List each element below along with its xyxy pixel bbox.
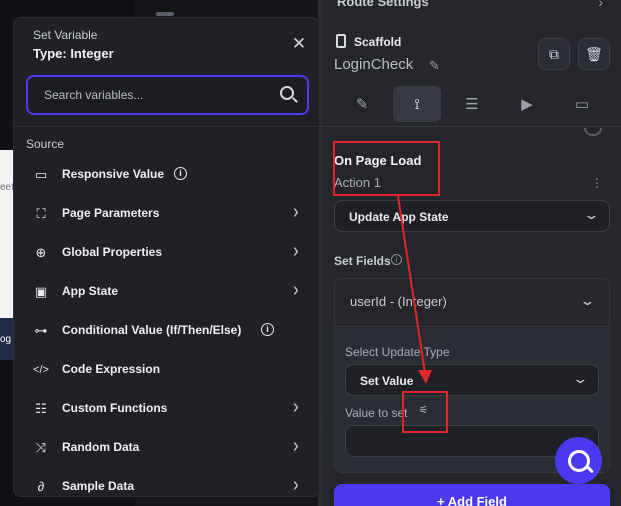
menu-item-label: Random Data [62, 440, 140, 454]
annotation-box-on-page-load [333, 141, 440, 196]
field-header[interactable]: userId - (Integer) ⌄ [335, 279, 609, 327]
shuffle-icon: ⤨ [35, 440, 47, 455]
menu-item-label: Conditional Value (If/Then/Else) [62, 323, 242, 337]
route-settings-row[interactable]: Route Settings › [322, 0, 621, 14]
search-icon [567, 449, 590, 472]
menu-item-app-state[interactable]: ▣ App State › [14, 273, 319, 312]
code-icon: </> [33, 364, 49, 376]
more-vertical-icon[interactable]: · · · [594, 171, 600, 193]
tab-divider [322, 126, 621, 127]
menu-item-page-parameters[interactable]: ⛶ Page Parameters › [14, 195, 319, 234]
duplicate-button[interactable]: ⧉ [538, 38, 570, 70]
phone-preview-button-text: og [0, 334, 12, 345]
chevron-down-icon: ⌄ [583, 207, 600, 222]
panel-tabbar: ✎ ⟟ ☰ ▶ ▭ [334, 86, 612, 122]
chevron-right-icon: › [293, 200, 299, 223]
info-icon[interactable]: i [174, 167, 187, 180]
chevron-down-icon: ⌄ [579, 293, 596, 308]
chevron-right-icon: › [293, 473, 299, 496]
menu-item-random-data[interactable]: ⤨ Random Data › [14, 429, 319, 468]
functions-icon: ☷ [35, 401, 47, 416]
tab-actions[interactable]: ⟟ [393, 86, 441, 122]
properties-panel: Route Settings › Scaffold LoginCheck ✎ ⧉… [322, 0, 621, 506]
page-name: LoginCheck [334, 56, 414, 73]
popup-divider [14, 126, 319, 127]
menu-item-sample-data[interactable]: ∂ Sample Data › [14, 468, 319, 496]
menu-item-label: Code Expression [62, 362, 161, 376]
play-icon: ▶ [521, 96, 533, 113]
tab-state[interactable]: ▭ [558, 86, 606, 122]
tab-properties[interactable]: ✎ [338, 86, 386, 122]
menu-item-label: Responsive Value [62, 167, 165, 181]
close-icon[interactable]: ✕ [291, 34, 307, 54]
action-flow-icon: ⟟ [414, 95, 420, 113]
edit-pencil-icon[interactable]: ✎ [429, 58, 445, 74]
update-type-value: Set Value [360, 374, 414, 388]
menu-item-conditional-value[interactable]: ⊶ Conditional Value (If/Then/Else) i [14, 312, 319, 351]
phone-icon [336, 34, 346, 48]
app-state-icon: ▣ [34, 284, 48, 299]
menu-item-global-properties[interactable]: ⊕ Global Properties › [14, 234, 319, 273]
chevron-right-icon: › [293, 395, 299, 418]
menu-item-label: Custom Functions [62, 401, 168, 415]
sample-data-icon: ∂ [37, 479, 45, 494]
tab-backend-query[interactable]: ☰ [448, 86, 496, 122]
info-icon[interactable]: i [261, 323, 274, 336]
menu-item-label: App State [62, 284, 119, 298]
set-fields-label: Set Fields [334, 254, 391, 268]
page-params-icon: ⛶ [36, 206, 46, 221]
chevron-right-icon: › [293, 239, 299, 262]
menu-item-label: Global Properties [62, 245, 163, 259]
popup-title: Type: Integer [33, 46, 114, 61]
chevron-right-icon: › [293, 278, 299, 301]
delete-button[interactable]: 🗑 [578, 38, 610, 70]
value-to-set-label: Value to set [345, 406, 408, 420]
menu-item-responsive-value[interactable]: ▭ Responsive Value i [14, 156, 319, 195]
responsive-icon: ▭ [34, 167, 48, 182]
search-box[interactable] [26, 75, 309, 115]
search-variables-input[interactable] [44, 85, 264, 105]
action-type-value: Update App State [349, 210, 449, 224]
ruler-pencil-icon: ✎ [355, 96, 369, 113]
search-fab-button[interactable] [555, 437, 602, 484]
source-label: Source [26, 137, 65, 151]
info-icon[interactable]: i [391, 254, 402, 265]
phone-preview-text: eet [0, 182, 14, 193]
chevron-right-icon: › [293, 434, 299, 457]
copy-icon: ⧉ [549, 45, 559, 62]
add-field-button[interactable]: + Add Field [334, 484, 610, 506]
scaffold-label: Scaffold [354, 35, 402, 49]
select-update-type-label: Select Update Type [345, 345, 450, 359]
update-type-select[interactable]: Set Value ⌄ [345, 364, 599, 396]
search-icon [280, 86, 294, 100]
scroll-indicator [584, 128, 602, 136]
menu-item-label: Sample Data [62, 479, 135, 493]
globe-icon: ⊕ [35, 245, 47, 260]
resize-handle-top[interactable] [156, 12, 174, 16]
menu-item-custom-functions[interactable]: ☷ Custom Functions › [14, 390, 319, 429]
field-name: userId - (Integer) [350, 294, 447, 309]
set-variable-popup: Set Variable Type: Integer ✕ Source ▭ Re… [13, 17, 320, 497]
route-settings-title: Route Settings [337, 0, 429, 9]
menu-item-code-expression[interactable]: </> Code Expression [14, 351, 319, 390]
chevron-down-icon: ⌄ [572, 371, 589, 386]
tab-animations[interactable]: ▶ [503, 86, 551, 122]
database-icon: ☰ [465, 96, 479, 113]
action-type-select[interactable]: Update App State ⌄ [334, 200, 610, 232]
trash-icon: 🗑 [585, 45, 603, 62]
chevron-right-icon: › [598, 0, 603, 10]
conditional-icon: ⊶ [34, 323, 48, 338]
popup-subtitle: Set Variable [33, 28, 98, 42]
annotation-box-value-icon [402, 391, 448, 433]
add-field-label: + Add Field [437, 494, 507, 506]
state-icon: ▭ [574, 96, 590, 113]
menu-item-label: Page Parameters [62, 206, 160, 220]
